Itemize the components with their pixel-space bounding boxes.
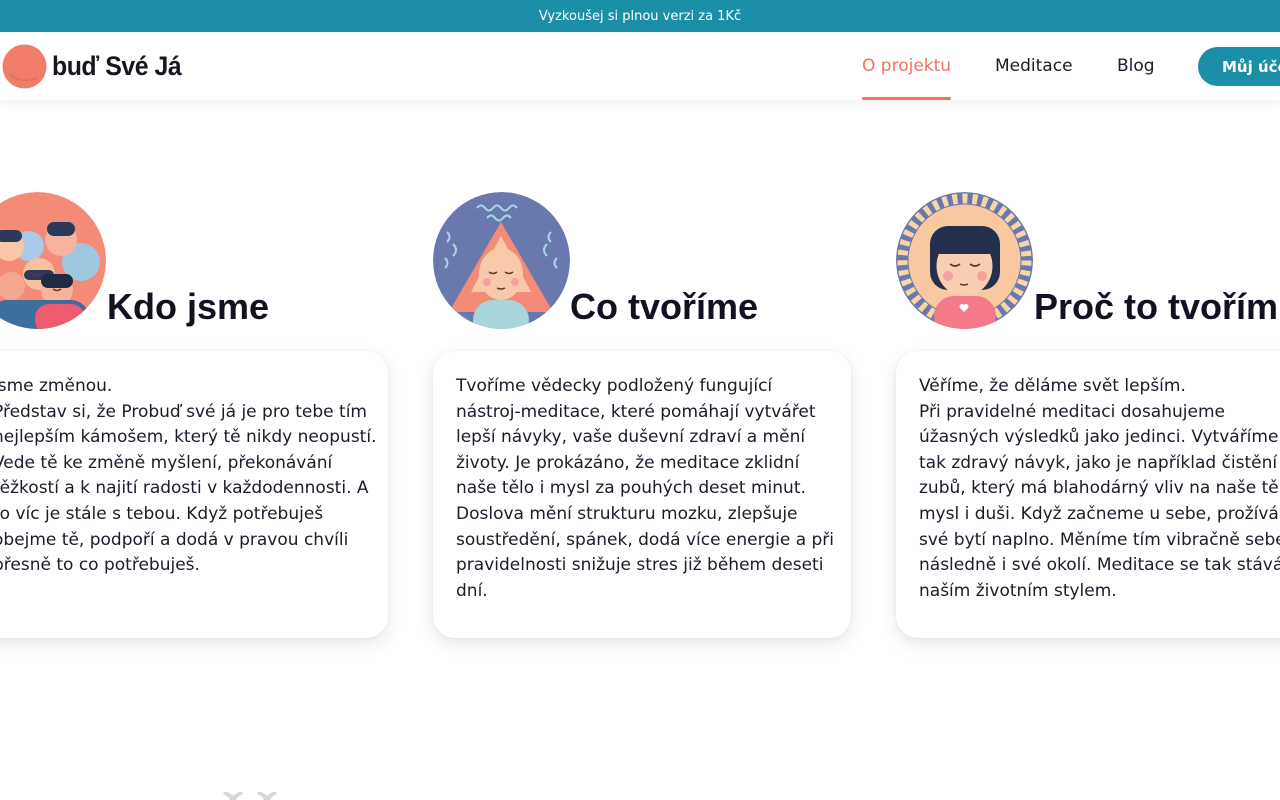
card-line: obejme tě, podpoří a dodá v pravou chvíl… [0, 529, 349, 550]
logo-circle-icon [2, 44, 47, 89]
card-line: lepší návyky, vaše duševní zdraví a mění [456, 427, 806, 448]
group-of-people-illustration-icon [0, 192, 106, 329]
card-line: Věříme, že děláme svět lepším. [919, 376, 1186, 396]
card-co-tvorime: Tvoříme vědecky podložený fungující nást… [433, 351, 851, 638]
promo-text[interactable]: Vyzkoušej si plnou verzi za 1Kč [539, 9, 741, 24]
card-line: přesně to co potřebuješ. [0, 555, 200, 576]
section-title-proc-to-tvorim: Proč to tvořím [1034, 286, 1279, 327]
card-line: tak zdravý návyk, jako je například čist… [919, 452, 1278, 473]
section-title-co-tvorime: Co tvoříme [570, 286, 759, 327]
section-title-kdo-jsme: Kdo jsme [107, 286, 270, 327]
card-line: své bytí naplno. Měníme tím vibračně seb… [919, 529, 1280, 550]
card-line: Tvoříme vědecky podložený fungující [456, 376, 773, 396]
card-line: Představ si, že Probuď své já je pro teb… [0, 401, 367, 422]
card-line: Doslova mění strukturu mozku, zlepšuje [456, 503, 798, 524]
card-line: životy. Je prokázáno, že meditace zklidn… [456, 452, 800, 473]
nav-meditace[interactable]: Meditace [995, 32, 1073, 100]
card-kdo-jsme: jsme změnou. Představ si, že Probuď své … [0, 351, 388, 638]
site-header: buď Své Já O projektu Meditace Blog Můj … [0, 32, 1280, 100]
card-line: nejlepším kámošem, který tě nikdy neopus… [0, 427, 377, 448]
account-button-label: Můj úče [1222, 57, 1280, 76]
card-line: úžasných výsledků jako jedinci. Vytvářím… [919, 427, 1280, 448]
card-line: nástroj-meditace, které pomáhají vytváře… [456, 401, 816, 422]
card-line: zubů, který má blahodárný vliv na naše t… [919, 478, 1280, 499]
card-line: naším životním stylem. [919, 580, 1117, 601]
sun-girl-illustration-icon [896, 192, 1033, 329]
card-line: dní. [456, 580, 488, 601]
nav-o-projektu[interactable]: O projektu [862, 32, 952, 100]
card-line: to víc je stále s tebou. Když potřebuješ [0, 503, 324, 524]
nav-blog[interactable]: Blog [1117, 32, 1155, 100]
logo[interactable]: buď Své Já [2, 44, 192, 89]
card-proc-to-tvorim: Věříme, že děláme svět lepším. Při pravi… [896, 351, 1280, 638]
card-line: jsme změnou. [0, 376, 113, 396]
card-line: Při pravidelné meditaci dosahujeme [919, 401, 1225, 422]
card-line: soustředění, spánek, dodá více energie a… [456, 529, 835, 550]
page: Vyzkoušej si plnou verzi za 1Kč buď Své … [0, 0, 1280, 800]
meditating-woman-illustration-icon [433, 192, 570, 329]
account-button[interactable]: Můj úče [1198, 47, 1280, 86]
promo-banner[interactable]: Vyzkoušej si plnou verzi za 1Kč [0, 0, 1280, 32]
card-line: těžkostí a k najití radosti v každodenno… [0, 478, 369, 499]
card-line: mysl i duši. Když začneme u sebe, prožív… [919, 503, 1280, 524]
card-line: naše tělo i mysl za pouhých deset minut. [456, 478, 806, 499]
decorative-shape-icon [222, 792, 278, 800]
card-line: pravidelnosti snižuje stres již během de… [456, 555, 824, 576]
logo-text: buď Své Já [52, 51, 182, 81]
card-line: Vede tě ke změně myšlení, překonávání [0, 452, 333, 473]
card-line: následně i své okolí. Meditace se tak st… [919, 555, 1280, 576]
